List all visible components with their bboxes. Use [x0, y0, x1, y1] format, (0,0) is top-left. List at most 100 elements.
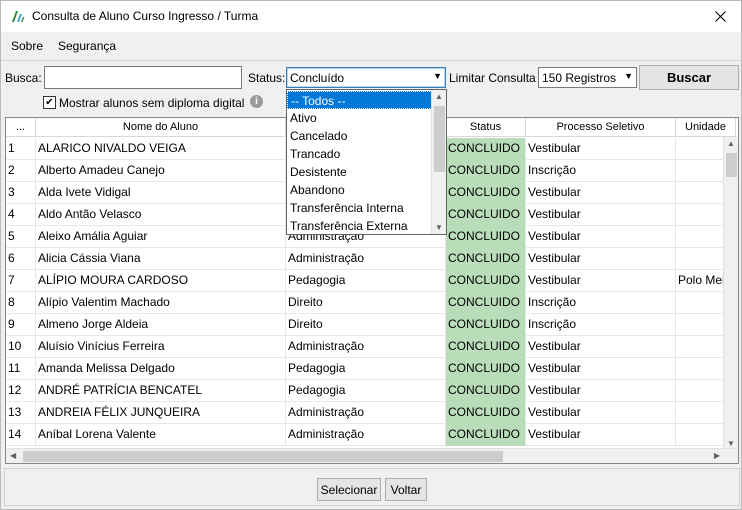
status-option[interactable]: Ativo — [287, 109, 432, 127]
status-option[interactable]: Desistente — [287, 163, 432, 181]
scroll-right-icon[interactable]: ▶ — [714, 451, 720, 460]
cell-index: 6 — [6, 248, 36, 270]
column-header-status[interactable]: Status — [446, 118, 526, 137]
cell-nome: Alda Ivete Vidigal — [36, 182, 286, 204]
vertical-scrollbar[interactable]: ▲ ▼ — [723, 137, 738, 450]
cell-curso: Direito — [286, 292, 446, 314]
cell-nome: Aleixo Amália Aguiar — [36, 226, 286, 248]
cell-index: 13 — [6, 402, 36, 424]
cell-nome: Almeno Jorge Aldeia — [36, 314, 286, 336]
menu-bar: Sobre Segurança — [1, 34, 741, 58]
scroll-up-icon[interactable]: ▲ — [435, 92, 443, 101]
title-bar: Consulta de Aluno Curso Ingresso / Turma — [1, 1, 741, 32]
scroll-down-icon[interactable]: ▼ — [727, 439, 735, 448]
cell-status: CONCLUIDO — [446, 270, 526, 292]
cell-status: CONCLUIDO — [446, 402, 526, 424]
main-window: Consulta de Aluno Curso Ingresso / Turma… — [0, 0, 742, 510]
cell-status: CONCLUIDO — [446, 358, 526, 380]
cell-status: CONCLUIDO — [446, 380, 526, 402]
cell-index: 4 — [6, 204, 36, 226]
cell-index: 7 — [6, 270, 36, 292]
cell-index: 9 — [6, 314, 36, 336]
vertical-scroll-thumb[interactable] — [726, 153, 737, 177]
status-option[interactable]: Trancado — [287, 145, 432, 163]
status-dropdown-list: -- Todos -- Ativo Cancelado Trancado Desiste… — [286, 89, 447, 235]
cell-curso: Administração — [286, 336, 446, 358]
cell-processo: Vestibular — [526, 138, 676, 160]
table-row[interactable]: 9 Almeno Jorge Aldeia Direito CONCLUIDO Insc… — [6, 314, 736, 336]
menu-sobre[interactable]: Sobre — [11, 39, 43, 53]
cell-status: CONCLUIDO — [446, 160, 526, 182]
cell-processo: Inscrição — [526, 314, 676, 336]
cell-status: CONCLUIDO — [446, 314, 526, 336]
cell-processo: Vestibular — [526, 402, 676, 424]
cell-processo: Vestibular — [526, 248, 676, 270]
table-row[interactable]: 10 Aluísio Vinícius Ferreira Administração… — [6, 336, 736, 358]
cell-nome: Alicia Cássia Viana — [36, 248, 286, 270]
horizontal-scroll-thumb[interactable] — [23, 451, 503, 462]
info-icon[interactable]: i — [250, 95, 263, 108]
cell-nome: Alípio Valentim Machado — [36, 292, 286, 314]
cell-nome: Aluísio Vinícius Ferreira — [36, 336, 286, 358]
column-header-nome[interactable]: Nome do Aluno — [36, 118, 286, 137]
cell-nome: ALÍPIO MOURA CARDOSO — [36, 270, 286, 292]
cell-status: CONCLUIDO — [446, 336, 526, 358]
scroll-down-icon[interactable]: ▼ — [435, 223, 443, 232]
cell-status: CONCLUIDO — [446, 424, 526, 446]
scroll-up-icon[interactable]: ▲ — [727, 139, 735, 148]
status-option[interactable]: Cancelado — [287, 127, 432, 145]
search-input[interactable] — [44, 66, 242, 89]
buscar-button[interactable]: Buscar — [639, 65, 739, 90]
menu-seguranca[interactable]: Segurança — [58, 39, 116, 53]
limit-select[interactable]: 150 Registros ▼ — [538, 67, 637, 88]
cell-nome: ALARICO NIVALDO VEIGA — [36, 138, 286, 160]
table-row[interactable]: 8 Alípio Valentim Machado Direito CONCLUIDO… — [6, 292, 736, 314]
cell-status: CONCLUIDO — [446, 138, 526, 160]
cell-index: 11 — [6, 358, 36, 380]
cell-status: CONCLUIDO — [446, 292, 526, 314]
table-row[interactable]: 11 Amanda Melissa Delgado Pedagogia CONCLUI… — [6, 358, 736, 380]
cell-status: CONCLUIDO — [446, 204, 526, 226]
limit-label: Limitar Consulta — [449, 71, 536, 85]
cell-processo: Vestibular — [526, 270, 676, 292]
close-button[interactable] — [705, 5, 735, 27]
cell-processo: Inscrição — [526, 292, 676, 314]
column-header-unidade[interactable]: Unidade — [676, 118, 736, 137]
status-option[interactable]: -- Todos -- — [287, 91, 432, 109]
cell-processo: Vestibular — [526, 182, 676, 204]
chevron-down-icon: ▼ — [433, 71, 442, 81]
cell-nome: Amanda Melissa Delgado — [36, 358, 286, 380]
cell-curso: Pedagogia — [286, 358, 446, 380]
cell-index: 5 — [6, 226, 36, 248]
selecionar-button[interactable]: Selecionar — [317, 478, 381, 501]
cell-nome: ANDRÉ PATRÍCIA BENCATEL — [36, 380, 286, 402]
dropdown-scroll-thumb[interactable] — [434, 106, 445, 172]
table-row[interactable]: 7 ALÍPIO MOURA CARDOSO Pedagogia CONCLUIDO V… — [6, 270, 736, 292]
cell-processo: Vestibular — [526, 226, 676, 248]
table-row[interactable]: 13 ANDREIA FÉLIX JUNQUEIRA Administração CO… — [6, 402, 736, 424]
horizontal-scrollbar[interactable]: ◀ ▶ — [6, 448, 738, 463]
table-row[interactable]: 14 Aníbal Lorena Valente Administração CONC… — [6, 424, 736, 446]
cell-processo: Vestibular — [526, 336, 676, 358]
voltar-button[interactable]: Voltar — [385, 478, 427, 501]
scroll-left-icon[interactable]: ◀ — [10, 451, 16, 460]
cell-index: 12 — [6, 380, 36, 402]
column-header-processo[interactable]: Processo Seletivo — [526, 118, 676, 137]
table-row[interactable]: 6 Alicia Cássia Viana Administração CONCLUI… — [6, 248, 736, 270]
dropdown-scrollbar[interactable]: ▲ ▼ — [431, 90, 446, 234]
cell-status: CONCLUIDO — [446, 182, 526, 204]
cell-curso: Pedagogia — [286, 380, 446, 402]
diploma-checkbox[interactable]: ✔ — [43, 96, 56, 109]
status-select-value: Concluído — [290, 71, 345, 85]
cell-curso: Pedagogia — [286, 270, 446, 292]
cell-status: CONCLUIDO — [446, 248, 526, 270]
status-select[interactable]: Concluído ▼ — [286, 67, 446, 88]
limit-select-value: 150 Registros — [542, 71, 617, 85]
table-row[interactable]: 12 ANDRÉ PATRÍCIA BENCATEL Pedagogia CONCLU… — [6, 380, 736, 402]
column-header-index[interactable]: ... — [6, 118, 36, 137]
status-option[interactable]: Abandono — [287, 181, 432, 199]
chevron-down-icon: ▼ — [624, 71, 633, 81]
status-option[interactable]: Transferência Externa — [287, 217, 432, 235]
status-option[interactable]: Transferência Interna — [287, 199, 432, 217]
cell-index: 10 — [6, 336, 36, 358]
